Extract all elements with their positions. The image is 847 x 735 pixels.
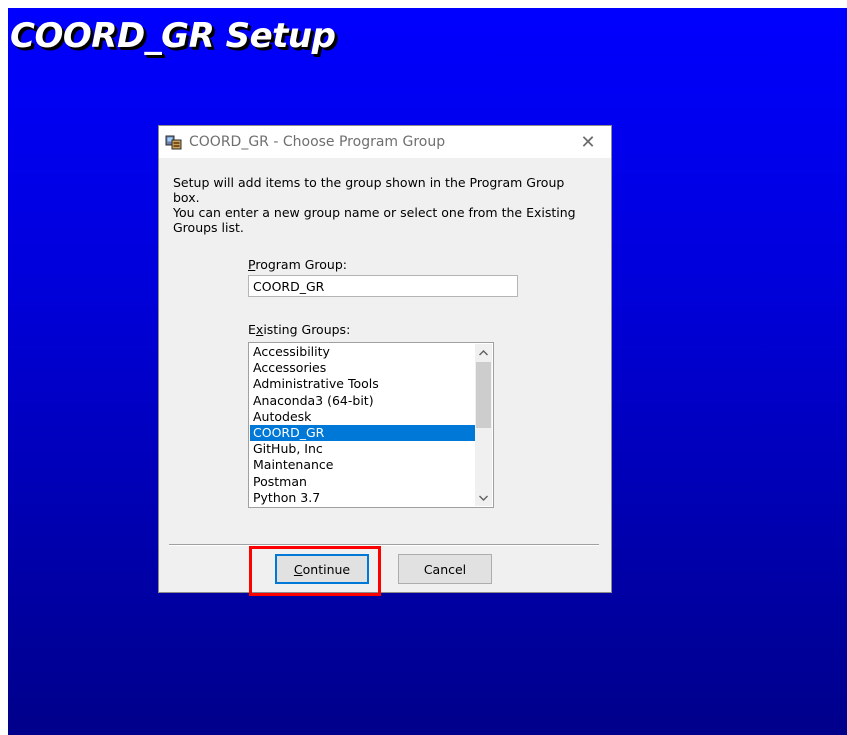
chevron-down-icon [479, 495, 488, 501]
program-group-input[interactable] [248, 275, 518, 297]
cancel-button[interactable]: Cancel [398, 554, 492, 584]
setup-title: COORD_GR Setup [10, 16, 336, 56]
list-scrollbar[interactable] [475, 344, 492, 506]
existing-groups-list[interactable]: Accessibility Accessories Administrative… [248, 342, 494, 508]
list-item[interactable]: GitHub, Inc [250, 441, 475, 457]
dialog-titlebar[interactable]: COORD_GR - Choose Program Group ✕ [159, 126, 611, 158]
list-item[interactable]: Anaconda3 (64-bit) [250, 393, 475, 409]
setup-icon [165, 133, 183, 151]
list-item[interactable]: Accessibility [250, 344, 475, 360]
list-item[interactable]: Python 3.7 [250, 490, 475, 506]
program-group-label: Program Group: [248, 257, 347, 272]
scroll-thumb[interactable] [476, 362, 491, 428]
close-icon: ✕ [580, 131, 596, 153]
list-item[interactable]: Administrative Tools [250, 376, 475, 392]
list-item[interactable]: Postman [250, 474, 475, 490]
list-item[interactable]: Accessories [250, 360, 475, 376]
list-item[interactable]: Maintenance [250, 457, 475, 473]
close-button[interactable]: ✕ [565, 126, 611, 158]
continue-button[interactable]: Continue [275, 554, 369, 584]
dialog-separator [169, 544, 599, 546]
chevron-up-icon [479, 349, 488, 355]
scroll-up-button[interactable] [475, 344, 492, 361]
scroll-down-button[interactable] [475, 489, 492, 506]
dialog-title: COORD_GR - Choose Program Group [189, 134, 446, 150]
list-item[interactable]: Autodesk [250, 409, 475, 425]
existing-groups-label: Existing Groups: [248, 322, 351, 337]
list-item-selected[interactable]: COORD_GR [250, 424, 475, 442]
choose-program-group-dialog: COORD_GR - Choose Program Group ✕ Setup … [158, 125, 612, 593]
dialog-description: Setup will add items to the group shown … [173, 175, 576, 235]
